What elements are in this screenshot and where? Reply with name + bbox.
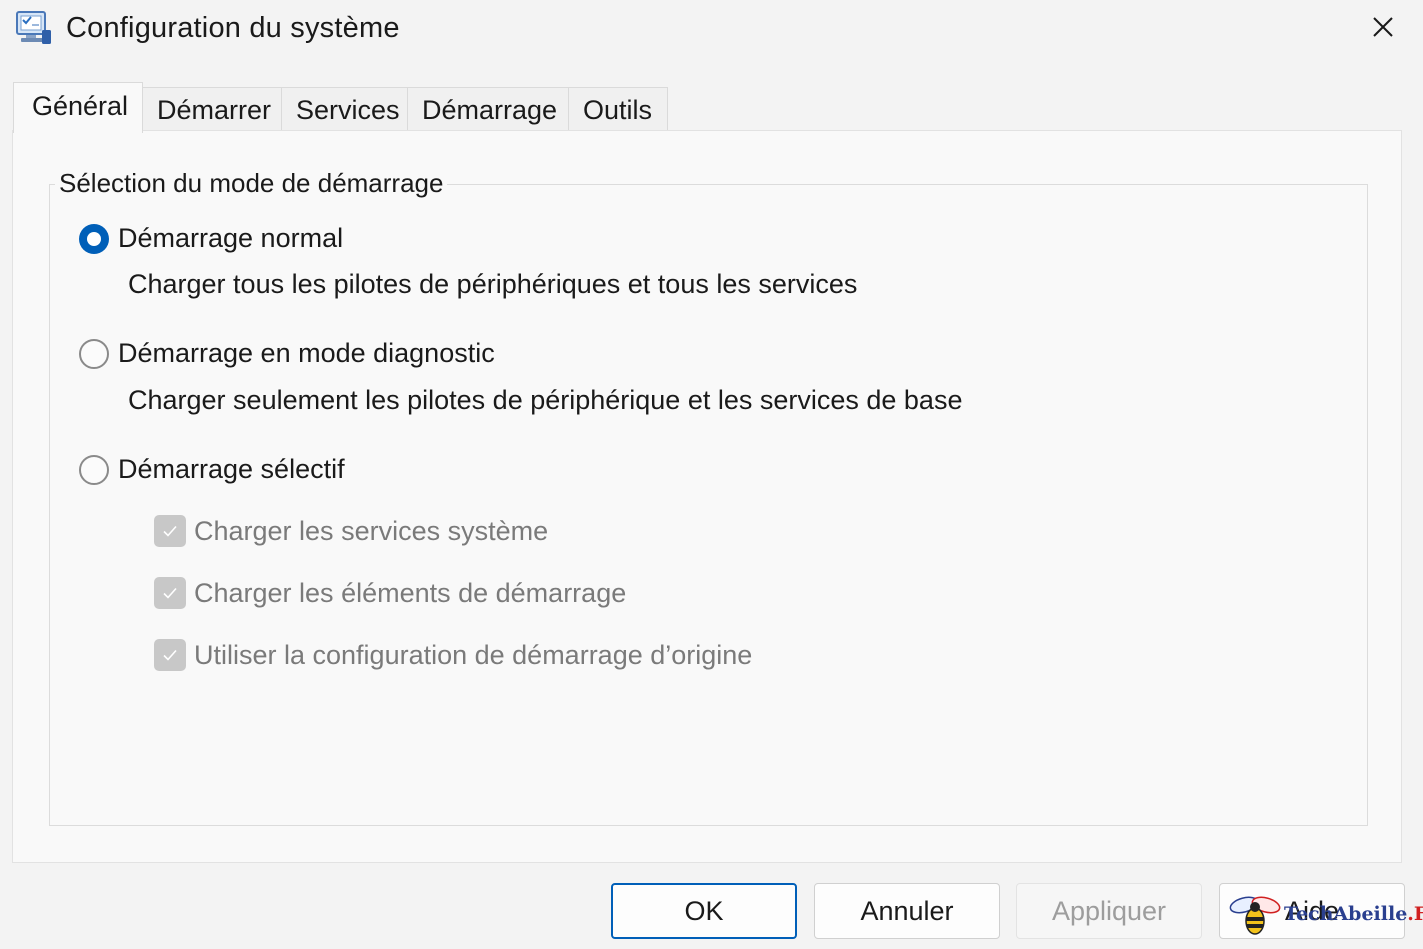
ok-button[interactable]: OK — [611, 883, 797, 939]
checkmark-icon — [163, 525, 177, 537]
apply-button[interactable]: Appliquer — [1016, 883, 1202, 939]
close-icon — [1371, 15, 1395, 44]
radio-description: Charger tous les pilotes de périphérique… — [128, 269, 858, 299]
tab-outils[interactable]: Outils — [568, 87, 668, 131]
radio-selective-startup[interactable]: Démarrage sélectif — [79, 454, 345, 485]
close-button[interactable] — [1361, 8, 1405, 50]
checkmark-icon — [163, 649, 177, 661]
checkmark-icon — [163, 587, 177, 599]
group-legend: Sélection du mode de démarrage — [55, 168, 448, 199]
checkbox-label: Charger les services système — [194, 515, 549, 546]
tab-demarrer[interactable]: Démarrer — [142, 87, 282, 131]
checkbox-disabled — [154, 515, 186, 547]
tab-demarrage[interactable]: Démarrage — [407, 87, 569, 131]
checkbox-label: Utiliser la configuration de démarrage d… — [194, 639, 753, 670]
checkbox-label: Charger les éléments de démarrage — [194, 577, 627, 608]
title-bar: Configuration du système — [0, 0, 1423, 60]
msconfig-icon — [14, 8, 54, 48]
radio-button-checked[interactable] — [79, 223, 109, 254]
startup-selection-group: Sélection du mode de démarrage Démarrage… — [49, 168, 1368, 826]
radio-label[interactable]: Démarrage normal — [118, 223, 343, 254]
general-tab-panel: Sélection du mode de démarrage Démarrage… — [12, 130, 1402, 863]
radio-diagnostic-startup[interactable]: Démarrage en mode diagnostic — [79, 338, 495, 369]
tab-services[interactable]: Services — [281, 87, 408, 131]
checkbox-load-startup-items: Charger les éléments de démarrage — [154, 577, 626, 609]
radio-label[interactable]: Démarrage sélectif — [118, 454, 345, 485]
radio-description: Charger seulement les pilotes de périphé… — [128, 385, 963, 415]
cancel-button[interactable]: Annuler — [814, 883, 1000, 939]
checkbox-disabled — [154, 577, 186, 609]
radio-button[interactable] — [79, 338, 109, 369]
radio-normal-startup[interactable]: Démarrage normal — [79, 223, 343, 254]
radio-label[interactable]: Démarrage en mode diagnostic — [118, 338, 495, 369]
watermark-suffix: .FR — [1407, 903, 1423, 925]
checkbox-load-system-services: Charger les services système — [154, 515, 548, 547]
radio-button[interactable] — [79, 454, 109, 485]
window-title: Configuration du système — [66, 12, 400, 44]
help-button[interactable]: Aide — [1219, 883, 1405, 939]
tab-general[interactable]: Général — [13, 82, 143, 133]
checkbox-use-original-boot-config: Utiliser la configuration de démarrage d… — [154, 639, 752, 671]
checkbox-disabled — [154, 639, 186, 671]
